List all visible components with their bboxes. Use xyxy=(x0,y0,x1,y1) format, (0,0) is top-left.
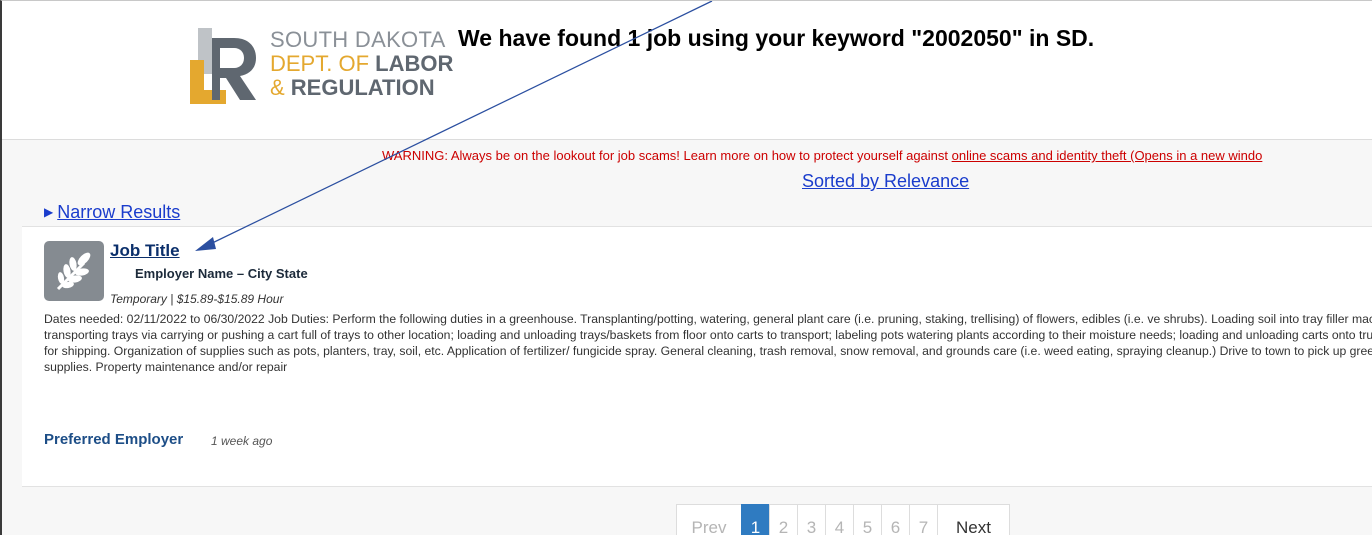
agency-logo-text: SOUTH DAKOTA DEPT. OF LABOR & REGULATION xyxy=(270,28,453,100)
narrow-results-label: Narrow Results xyxy=(57,202,181,222)
logo-reg-bold: REGULATION xyxy=(290,75,435,100)
job-description: Dates needed: 02/11/2022 to 06/30/2022 J… xyxy=(44,312,1372,374)
warning-text: WARNING: Always be on the lookout for jo… xyxy=(382,148,952,163)
logo-regulation: & REGULATION xyxy=(270,76,453,100)
employer-name: Employer Name – City State xyxy=(135,266,308,281)
page-7-button[interactable]: 7 xyxy=(909,504,938,535)
scam-warning: WARNING: Always be on the lookout for jo… xyxy=(382,148,1262,163)
page-3-button[interactable]: 3 xyxy=(797,504,826,535)
dlr-logo-icon xyxy=(190,28,258,109)
scam-info-link[interactable]: online scams and identity theft (Opens i… xyxy=(952,148,1263,163)
prev-page-button[interactable]: Prev xyxy=(676,504,742,535)
sort-link[interactable]: Sorted by Relevance xyxy=(802,171,969,192)
page-frame: SOUTH DAKOTA DEPT. OF LABOR & REGULATION… xyxy=(0,0,1372,535)
logo-dept-prefix: DEPT. OF xyxy=(270,51,376,76)
page-6-button[interactable]: 6 xyxy=(881,504,910,535)
next-page-button[interactable]: Next xyxy=(937,504,1010,535)
logo-state: SOUTH DAKOTA xyxy=(270,27,446,52)
page-header: SOUTH DAKOTA DEPT. OF LABOR & REGULATION… xyxy=(2,1,1372,139)
page-1-button[interactable]: 1 xyxy=(741,504,770,535)
preferred-employer-badge: Preferred Employer xyxy=(44,431,184,448)
logo-dept: DEPT. OF LABOR xyxy=(270,52,453,76)
page-2-button[interactable]: 2 xyxy=(769,504,798,535)
logo-dept-bold: LABOR xyxy=(375,51,454,76)
page-5-button[interactable]: 5 xyxy=(853,504,882,535)
logo-reg-prefix: & xyxy=(270,75,291,100)
caret-right-icon: ▶ xyxy=(44,205,54,219)
posted-date: 1 week ago xyxy=(211,434,273,448)
pagination: Prev 1 2 3 4 5 6 7 Next xyxy=(676,504,1010,535)
narrow-results-toggle[interactable]: ▶ Narrow Results xyxy=(44,202,180,223)
results-heading: We have found 1 job using your keyword "… xyxy=(458,25,1095,51)
page-4-button[interactable]: 4 xyxy=(825,504,854,535)
job-type-wage: Temporary | $15.89-$15.89 Hour xyxy=(110,292,284,306)
wheat-icon xyxy=(44,241,104,301)
job-title-link[interactable]: Job Title xyxy=(110,241,180,261)
